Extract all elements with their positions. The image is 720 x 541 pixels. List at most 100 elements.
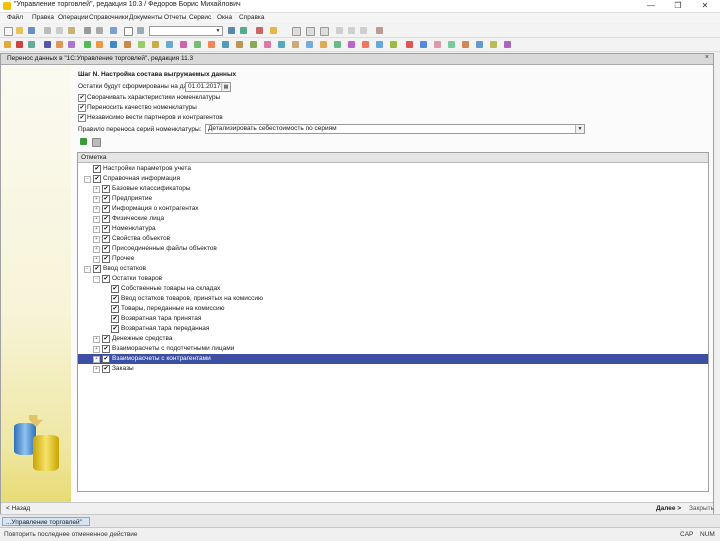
tool-7-icon[interactable] [84,41,91,48]
calendar-icon[interactable] [320,27,329,36]
tool-32-icon[interactable] [434,41,441,48]
series-select[interactable]: Детализировать себестоимость по сериям ▼ [205,124,585,134]
expand-icon[interactable]: + [93,346,100,353]
back-button[interactable]: < Назад [6,505,30,512]
table-icon[interactable] [292,27,301,36]
tree-row[interactable]: ✔ Настройки параметров учета [78,164,708,174]
tool-18-icon[interactable] [236,41,243,48]
tree-row-checkbox[interactable]: ✔ [102,215,110,223]
tool-24-icon[interactable] [320,41,327,48]
expand-icon[interactable]: + [93,196,100,203]
tool-29-icon[interactable] [390,41,397,48]
uncheck-all-icon[interactable] [92,138,101,147]
tool-19-icon[interactable] [250,41,257,48]
tree-row[interactable]: − ✔ Ввод остатков [78,264,708,274]
tool-27-icon[interactable] [362,41,369,48]
tool-4-icon[interactable] [44,41,51,48]
expand-icon[interactable]: + [93,216,100,223]
expand-icon[interactable]: + [93,246,100,253]
menu-reports[interactable]: Отчеты [164,14,186,21]
tree-row[interactable]: + ✔ Свойства объектов [78,234,708,244]
tool-12-icon[interactable] [152,41,159,48]
memory-m-icon[interactable] [336,27,343,34]
tree-row[interactable]: ✔ Возвратная тара переданная [78,324,708,334]
tools-icon[interactable] [376,27,383,34]
option-checkbox-1[interactable]: ✔ [78,94,86,102]
tree-row[interactable]: ✔ Ввод остатков товаров, принятых на коми… [78,294,708,304]
tree-row-checkbox[interactable]: ✔ [111,305,119,313]
tool-28-icon[interactable] [376,41,383,48]
tool-23-icon[interactable] [306,41,313,48]
tool-34-icon[interactable] [462,41,469,48]
menu-file[interactable]: Файл [7,14,23,21]
tree-row-checkbox[interactable]: ✔ [102,205,110,213]
tool-2-icon[interactable] [16,41,23,48]
tree-row-checkbox[interactable]: ✔ [102,195,110,203]
tree-row[interactable]: + ✔ Взаиморасчеты с подотчетными лицами [78,344,708,354]
option-checkbox-2[interactable]: ✔ [78,104,86,112]
tool-21-icon[interactable] [278,41,285,48]
tree-row-checkbox[interactable]: ✔ [111,325,119,333]
menu-service[interactable]: Сервис [189,14,211,21]
tool-25-icon[interactable] [334,41,341,48]
tool-36-icon[interactable] [490,41,497,48]
menu-help[interactable]: Справка [239,14,265,21]
tree-row-checkbox[interactable]: ✔ [102,365,110,373]
tree-row-checkbox[interactable]: ✔ [102,335,110,343]
tool-37-icon[interactable] [504,41,511,48]
tree-row-checkbox[interactable]: ✔ [102,275,110,283]
tree-row-checkbox[interactable]: ✔ [102,235,110,243]
taskbar-window-button[interactable]: ...Управление торговлей" [2,517,90,526]
expand-icon[interactable]: + [93,226,100,233]
calc-icon[interactable] [306,27,315,36]
maximize-button[interactable]: ❐ [667,0,689,12]
menu-catalogs[interactable]: Справочники [89,14,128,21]
tool-33-icon[interactable] [448,41,455,48]
tool-17-icon[interactable] [222,41,229,48]
preview-icon[interactable] [96,27,103,34]
expand-icon[interactable]: + [93,356,100,363]
tool-13-icon[interactable] [166,41,173,48]
replace-icon[interactable] [240,27,247,34]
search-combo[interactable]: ▼ [149,26,223,36]
cursor-icon[interactable] [124,27,133,36]
save-icon[interactable] [28,27,35,34]
chevron-down-icon[interactable]: ▼ [575,125,584,133]
tree-row-checkbox[interactable]: ✔ [93,265,101,273]
tree-row[interactable]: + ✔ Взаиморасчеты с контрагентами [78,354,708,364]
date-field[interactable]: 01.01.2017 ▦ [185,82,231,92]
tool-11-icon[interactable] [138,41,145,48]
tree-row[interactable]: + ✔ Прочее [78,254,708,264]
tool-10-icon[interactable] [124,41,131,48]
tree-row-checkbox[interactable]: ✔ [111,285,119,293]
print-icon[interactable] [84,27,91,34]
check-all-icon[interactable] [80,138,87,145]
help-icon[interactable] [270,27,277,34]
tool-16-icon[interactable] [208,41,215,48]
tool-20-icon[interactable] [264,41,271,48]
close-document-icon[interactable]: × [705,54,709,61]
find-icon[interactable] [137,27,144,34]
next-button[interactable]: Далее > [656,505,681,512]
tree-row-checkbox[interactable]: ✔ [93,175,101,183]
tree-row[interactable]: + ✔ Номенклатура [78,224,708,234]
expand-icon[interactable]: + [93,336,100,343]
tool-15-icon[interactable] [194,41,201,48]
tree-row[interactable]: + ✔ Физические лица [78,214,708,224]
tree-row[interactable]: + ✔ Денежные средства [78,334,708,344]
menu-windows[interactable]: Окна [217,14,232,21]
tree-row[interactable]: + ✔ Предприятие [78,194,708,204]
memory-mplus-icon[interactable] [348,27,355,34]
tool-3-icon[interactable] [28,41,35,48]
close-button[interactable]: Закрыть [689,505,714,512]
menu-edit[interactable]: Правка [32,14,54,21]
collapse-icon[interactable]: − [84,176,91,183]
tool-8-icon[interactable] [96,41,103,48]
tool-22-icon[interactable] [292,41,299,48]
tool-5-icon[interactable] [56,41,63,48]
tree-row-checkbox[interactable]: ✔ [102,225,110,233]
tree-row[interactable]: + ✔ Заказы [78,364,708,374]
tree-row[interactable]: ✔ Возвратная тара принятая [78,314,708,324]
close-window-button[interactable]: ✕ [694,0,716,12]
memory-mminus-icon[interactable] [360,27,367,34]
